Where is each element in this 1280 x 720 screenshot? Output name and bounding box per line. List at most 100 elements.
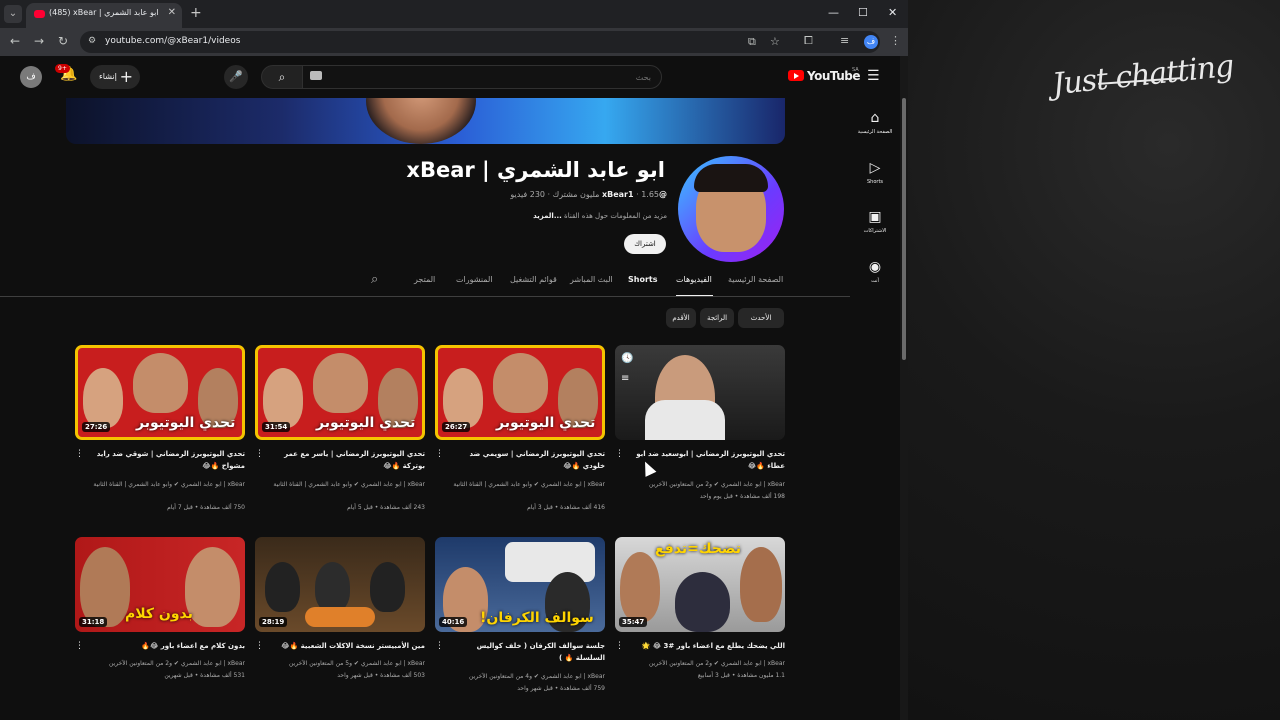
guide-item-shorts[interactable]: ▷ Shorts — [855, 160, 895, 185]
more-actions-icon[interactable]: ⋮ — [615, 641, 624, 651]
play-triangle-icon — [794, 73, 799, 79]
scroll-thumb[interactable] — [902, 98, 906, 360]
account-avatar[interactable]: ف — [20, 66, 42, 88]
tab-live[interactable]: البث المباشر — [570, 275, 613, 284]
window-close-icon[interactable]: ✕ — [888, 6, 897, 19]
browser-profile-avatar[interactable]: ف — [864, 35, 878, 49]
chip-popular[interactable]: الرائجة — [700, 308, 734, 328]
voice-search-mic-icon[interactable]: 🎤 — [224, 65, 248, 89]
install-icon[interactable]: ⧉ — [748, 35, 756, 49]
thumb-person — [83, 368, 123, 428]
back-icon[interactable]: ← — [10, 34, 20, 48]
channel-search-icon[interactable]: ⌕ — [371, 272, 378, 287]
video-stats: 750 ألف مشاهدة • قبل 7 أيام — [167, 504, 245, 511]
browser-menu-icon[interactable]: ⋮ — [890, 34, 901, 47]
tab-search-icon[interactable]: ⌄ — [4, 5, 22, 23]
video-channel[interactable]: xBear | ابو عابد الشمري ✔ و2 من المتعاون… — [75, 658, 245, 669]
video-thumbnail[interactable]: 28:19 — [255, 537, 425, 632]
video-channel[interactable]: xBear | ابو عابد الشمري ✔ و2 من المتعاون… — [615, 479, 785, 490]
minimize-icon[interactable]: — — [828, 6, 839, 19]
site-info-icon[interactable]: ⚙ — [88, 36, 96, 46]
search-button[interactable]: ⌕ — [261, 65, 303, 89]
thumbnail-text: تحدي اليوتيوبر — [496, 415, 596, 431]
new-tab-icon[interactable]: + — [190, 5, 202, 21]
thumb-person — [133, 353, 188, 413]
video-channel[interactable]: xBear | ابو عابد الشمري ✔ و5 من المتعاون… — [255, 658, 425, 669]
video-thumbnail[interactable]: تضحك=تدفع 35:47 — [615, 537, 785, 632]
chip-latest[interactable]: الأحدث — [738, 308, 784, 328]
extensions-icon[interactable]: ⧠ — [804, 34, 813, 48]
channel-avatar[interactable] — [678, 156, 784, 262]
video-title[interactable]: جلسة سوالف الكرفان ( خلف كواليس السلسلة … — [447, 640, 605, 664]
browser-tab[interactable]: (485) xBear | ابو عابد الشمري - Yo ✕ — [26, 3, 182, 28]
guide-item-you[interactable]: ◉ أنت — [855, 259, 895, 284]
chip-oldest[interactable]: الأقدم — [666, 308, 696, 328]
tab-playlists[interactable]: قوائم التشغيل — [510, 275, 557, 284]
more-actions-icon[interactable]: ⋮ — [75, 449, 84, 459]
maximize-icon[interactable]: ☐ — [858, 6, 868, 19]
video-thumbnail[interactable]: بدون كلام 31:18 — [75, 537, 245, 632]
more-actions-icon[interactable]: ⋮ — [255, 449, 264, 459]
channel-meta: @xBear1 · 1.65 مليون مشترك · 230 فيديو — [510, 190, 667, 199]
video-title[interactable]: تحدي اليوتيوبرز الرمضاني | ياسر مع عمر ب… — [267, 448, 425, 472]
video-channel[interactable]: xBear | ابو عابد الشمري ✔ و4 من المتعاون… — [435, 671, 605, 682]
video-title[interactable]: بدون كلام مع اعضاء باور 😂🔥 — [87, 640, 245, 652]
tab-home[interactable]: الصفحة الرئيسية — [728, 275, 783, 284]
guide-item-home[interactable]: ⌂ الصفحة الرئيسية — [855, 110, 895, 135]
subscriptions-icon: ▣ — [868, 209, 882, 225]
add-to-queue-icon[interactable]: ≡ — [621, 373, 629, 384]
video-channel[interactable]: xBear | ابو عابد الشمري ✔ وابو عابد الشم… — [435, 479, 605, 490]
thumb-person — [185, 547, 240, 627]
video-duration: 40:16 — [439, 617, 468, 627]
video-channel[interactable]: xBear | ابو عابد الشمري ✔ و2 من المتعاون… — [615, 658, 785, 669]
media-icon[interactable]: ≡ — [840, 34, 849, 47]
video-title[interactable]: تحدي اليوتيوبرز الرمضاني | سويمي ضد خلود… — [447, 448, 605, 472]
create-button[interactable]: إنشاء + — [90, 65, 140, 89]
video-title[interactable]: اللي يضحك يطلع مع اعضاء باور #3 😂 🌟 — [627, 640, 785, 652]
thumb-person — [675, 572, 730, 632]
about-more-link[interactable]: ...المزيد — [533, 212, 562, 220]
video-stats: 243 ألف مشاهدة • قبل 5 أيام — [347, 504, 425, 511]
video-thumbnail[interactable]: تحدي اليوتيوبر 31:54 — [255, 345, 425, 440]
video-thumbnail[interactable]: تحدي اليوتيوبر 27:26 — [75, 345, 245, 440]
tab-store[interactable]: المتجر — [414, 275, 435, 284]
page-scrollbar[interactable] — [900, 56, 908, 720]
shorts-icon: ▷ — [869, 160, 881, 176]
video-count: 230 فيديو — [510, 190, 546, 199]
avatar-hair — [694, 164, 768, 192]
guide-item-subscriptions[interactable]: ▣ الاشتراكات — [855, 209, 895, 234]
video-duration: 35:47 — [619, 617, 648, 627]
more-actions-icon[interactable]: ⋮ — [435, 449, 444, 459]
more-actions-icon[interactable]: ⋮ — [255, 641, 264, 651]
more-actions-icon[interactable]: ⋮ — [75, 641, 84, 651]
forward-icon[interactable]: → — [34, 34, 44, 48]
tab-posts[interactable]: المنشورات — [456, 275, 493, 284]
close-icon[interactable]: ✕ — [168, 7, 176, 18]
thumb-person — [80, 547, 130, 627]
keyboard-icon[interactable] — [310, 71, 322, 80]
video-channel[interactable]: xBear | ابو عابد الشمري ✔ وابو عابد الشم… — [75, 479, 245, 490]
plus-icon: + — [119, 67, 133, 86]
video-thumbnail[interactable]: تحدي اليوتيوبر 26:27 — [435, 345, 605, 440]
region-code: SA — [852, 67, 859, 73]
more-actions-icon[interactable]: ⋮ — [435, 641, 444, 651]
address-bar[interactable]: ⚙ youtube.com/@xBear1/videos ⧉ ☆ — [80, 31, 880, 53]
bookmark-star-icon[interactable]: ☆ — [770, 35, 780, 48]
tab-videos[interactable]: الفيديوهات — [676, 275, 712, 284]
video-duration: 26:27 — [442, 422, 471, 432]
video-thumbnail[interactable]: سوالف الكرفان! 40:16 — [435, 537, 605, 632]
video-channel[interactable]: xBear | ابو عابد الشمري ✔ وابو عابد الشم… — [255, 479, 425, 490]
video-thumbnail[interactable]: 🕓 ≡ — [615, 345, 785, 440]
watch-later-icon[interactable]: 🕓 — [621, 353, 633, 364]
subscribe-button[interactable]: اشتراك — [624, 234, 666, 254]
guide-menu-icon[interactable]: ☰ — [867, 68, 880, 84]
video-title[interactable]: تحدي اليوتيوبرز الرمضاني | شوقي ضد رايد … — [87, 448, 245, 472]
more-actions-icon[interactable]: ⋮ — [615, 449, 624, 459]
channel-about[interactable]: مزيد من المعلومات حول هذه القناة ...المز… — [420, 212, 667, 220]
search-input[interactable] — [302, 65, 662, 89]
reload-icon[interactable]: ↻ — [58, 34, 68, 48]
guide-label: الاشتراكات — [863, 228, 887, 234]
video-title[interactable]: مين الأمبيستر نسخة الاكلات الشعبية 🔥😂 — [267, 640, 425, 652]
tab-shorts[interactable]: Shorts — [628, 275, 657, 284]
thumb-person — [620, 552, 660, 622]
